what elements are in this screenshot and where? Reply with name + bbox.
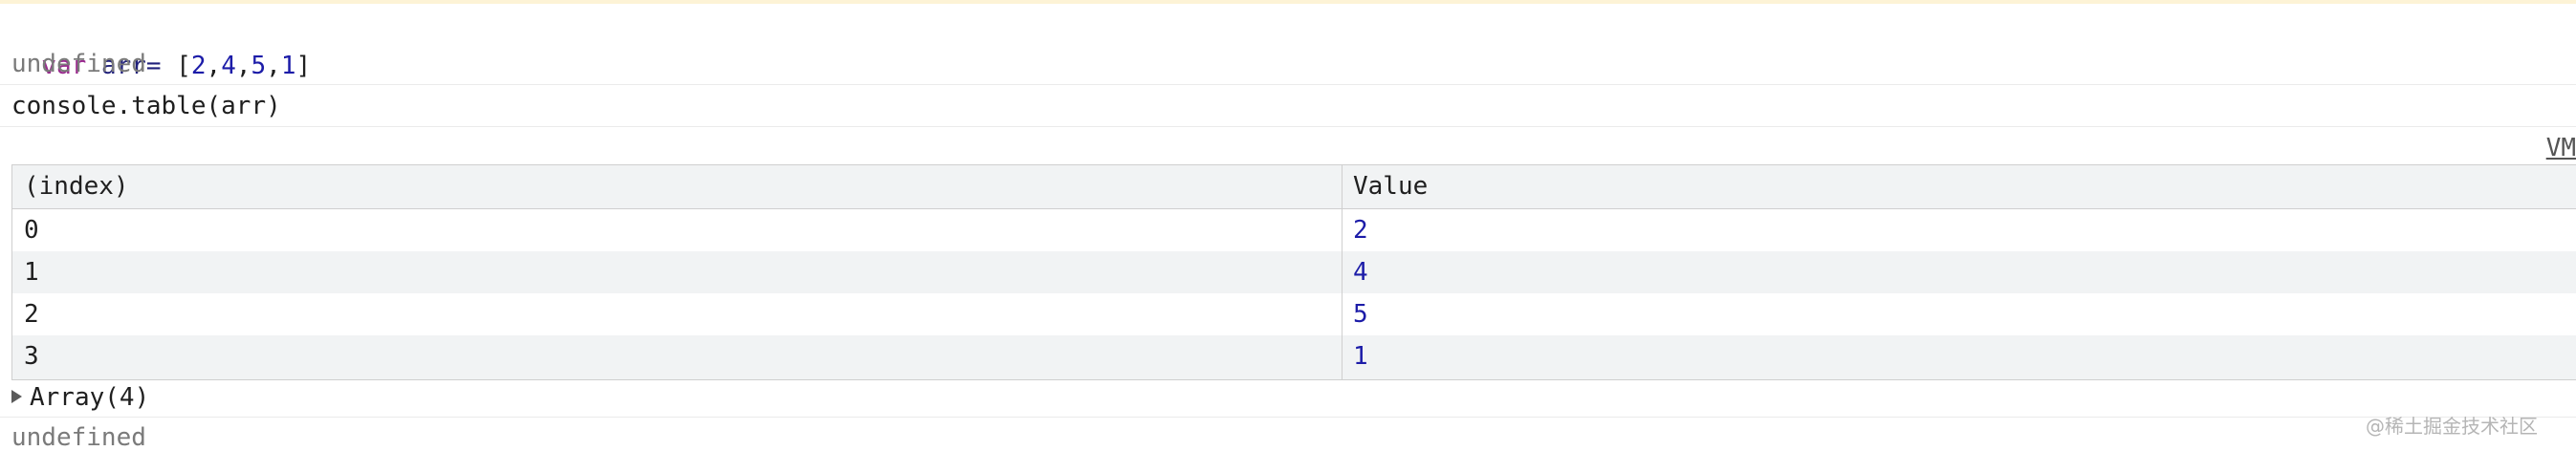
table-cell-value: 4 <box>1353 258 1368 287</box>
table-header-row: (index) Value <box>12 165 2576 209</box>
array-summary-label: Array(4) <box>30 383 150 412</box>
console-input-line-table: console.table(arr) <box>11 92 281 120</box>
console-separator <box>0 417 2576 418</box>
array-summary[interactable]: Array(4) <box>11 380 149 415</box>
array-value: 1 <box>280 52 296 80</box>
console-separator <box>0 126 2576 127</box>
column-divider[interactable] <box>1342 165 1343 379</box>
table-cell-index: 1 <box>24 258 39 287</box>
console-input-line: var arr= [2,4,5,1] <box>41 52 312 80</box>
column-header-index[interactable]: (index) <box>12 165 1342 208</box>
table-cell-index: 0 <box>24 216 39 245</box>
console-result-undefined: undefined <box>11 423 146 451</box>
column-header-value[interactable]: Value <box>1342 165 2576 208</box>
table-cell-index: 3 <box>24 342 39 371</box>
array-value: 5 <box>251 52 267 80</box>
array-open-bracket: [ <box>161 52 191 80</box>
array-value: 4 <box>221 52 236 80</box>
table-row: 0 2 <box>12 209 2576 251</box>
table-cell-index: 2 <box>24 300 39 329</box>
source-location-link[interactable]: VM <box>2546 132 2576 164</box>
console-separator <box>0 84 2576 85</box>
watermark-text: @稀土掘金技术社区 <box>2366 415 2538 438</box>
table-row: 2 5 <box>12 293 2576 335</box>
table-cell-value: 5 <box>1353 300 1368 329</box>
table-row: 1 4 <box>12 251 2576 293</box>
table-cell-value: 2 <box>1353 216 1368 245</box>
console-top-border <box>0 0 2576 4</box>
table-row: 3 1 <box>12 335 2576 379</box>
array-close-bracket: ] <box>295 52 312 80</box>
array-value: 2 <box>190 52 207 80</box>
triangle-right-icon[interactable] <box>11 389 22 403</box>
console-result-undefined: undefined <box>11 50 146 78</box>
console-table: (index) Value 0 2 1 4 2 5 3 1 <box>11 164 2576 380</box>
table-cell-value: 1 <box>1353 342 1368 371</box>
